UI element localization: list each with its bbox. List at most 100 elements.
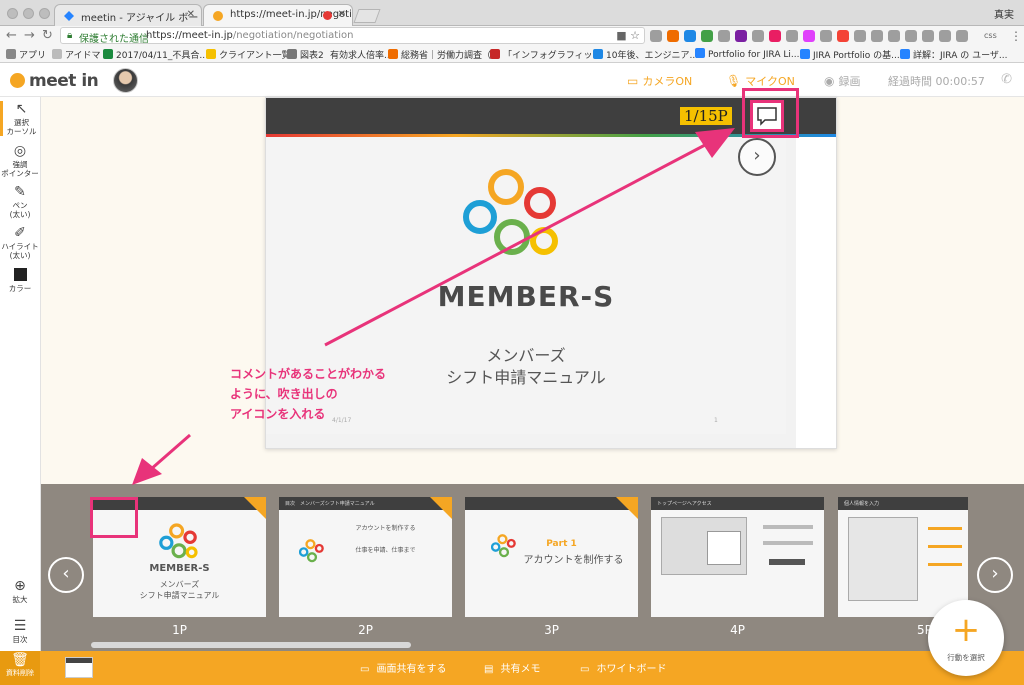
- extension-icon[interactable]: [701, 30, 713, 42]
- bookmark-item[interactable]: 有効求人倍率...: [330, 48, 393, 61]
- extension-icon[interactable]: [837, 30, 849, 42]
- bottom-bar: 🗑︎ 資料削除 ▭ 画面共有をする ▤ 共有メモ ▭ ホワイトボード: [0, 651, 1024, 685]
- extension-icon[interactable]: [752, 30, 764, 42]
- tool-label: 拡大: [12, 595, 28, 604]
- thumbnail-page-3[interactable]: Part 1 アカウントを制作する: [465, 497, 638, 617]
- extension-icon[interactable]: [769, 30, 781, 42]
- next-page-button[interactable]: ›: [738, 138, 776, 176]
- logo-icon: [10, 73, 25, 88]
- extension-icon[interactable]: [786, 30, 798, 42]
- bookmark-label: アイドマ: [65, 51, 101, 61]
- extension-icon[interactable]: [650, 30, 662, 42]
- shared-memo-button[interactable]: ▤ 共有メモ: [484, 660, 540, 675]
- select-cursor-tool[interactable]: ↖ 選択 カーソル: [0, 101, 40, 136]
- secure-label: 保護された通信: [79, 34, 149, 45]
- delete-document-button[interactable]: 🗑︎ 資料削除: [0, 651, 40, 685]
- extension-icon[interactable]: [820, 30, 832, 42]
- address-bar[interactable]: 🔒︎ 保護された通信 https://meet-in.jp/negotiatio…: [60, 27, 645, 45]
- camera-toggle-button[interactable]: ▭ カメラON: [627, 73, 692, 89]
- extension-icon[interactable]: [718, 30, 730, 42]
- color-tool[interactable]: カラー: [0, 268, 40, 293]
- whiteboard-button[interactable]: ▭ ホワイトボード: [580, 660, 666, 675]
- prev-thumbnails-button[interactable]: ‹: [48, 557, 84, 593]
- thumb-corner: [430, 497, 452, 519]
- bookmark-label: アプリ: [19, 51, 47, 61]
- extension-icon[interactable]: [905, 30, 917, 42]
- bookmark-item[interactable]: Portfolio for JIRA Li...: [695, 48, 799, 60]
- bookmark-item[interactable]: アイドマ: [52, 48, 101, 61]
- forward-icon[interactable]: →: [24, 28, 35, 43]
- page-counter: 1/15P: [680, 107, 732, 125]
- mic-label: マイクON: [745, 75, 795, 88]
- app-logo[interactable]: meet in: [10, 71, 99, 91]
- mic-toggle-button[interactable]: 🎙︎ マイクON: [726, 73, 795, 89]
- thumbnail-highlight-box: [90, 497, 138, 538]
- hangup-icon[interactable]: ✆: [1001, 72, 1012, 87]
- reload-icon[interactable]: ↻: [42, 28, 53, 43]
- bookmark-item[interactable]: JIRA Portfolio の基...: [800, 48, 900, 61]
- toc-tool[interactable]: ☰ 目次: [0, 618, 40, 644]
- document-thumbnail[interactable]: [65, 657, 93, 678]
- extension-icon[interactable]: [735, 30, 747, 42]
- browser-menu-icon[interactable]: ⋮: [1010, 29, 1022, 43]
- close-window-button[interactable]: [7, 8, 18, 19]
- extension-icon[interactable]: [854, 30, 866, 42]
- action-select-button[interactable]: + 行動を選択: [928, 600, 1004, 676]
- extension-icon[interactable]: [803, 30, 815, 42]
- folder-icon: [52, 49, 62, 59]
- extension-icon[interactable]: [939, 30, 951, 42]
- slide-title-line1: メンバーズ: [486, 346, 566, 365]
- pointer-tool[interactable]: ◎ 強調 ポインター: [0, 143, 40, 178]
- bookmark-item[interactable]: クライアント一覧: [206, 48, 291, 61]
- bookmark-star-icon[interactable]: ■ ☆: [616, 29, 640, 42]
- chevron-right-icon: ›: [753, 145, 761, 166]
- screen-share-button[interactable]: ▭ 画面共有をする: [360, 660, 446, 675]
- close-tab-icon[interactable]: ✕: [338, 9, 346, 20]
- bookmark-apps[interactable]: アプリ: [6, 48, 46, 61]
- css-extension-icon[interactable]: css: [984, 31, 997, 40]
- minimize-window-button[interactable]: [23, 8, 34, 19]
- record-button[interactable]: ◉ 録画: [824, 73, 860, 89]
- next-thumbnails-button[interactable]: ›: [977, 557, 1013, 593]
- extension-icon[interactable]: [888, 30, 900, 42]
- thumb-page-label: 1P: [172, 623, 187, 637]
- logo-text: meet in: [29, 71, 99, 91]
- profile-name[interactable]: 真実: [994, 6, 1014, 21]
- url-path: /negotiation/negotiation: [232, 30, 354, 41]
- color-icon: [13, 268, 27, 281]
- bookmark-item[interactable]: 2017/04/11_不具合...: [103, 48, 208, 61]
- extension-icon[interactable]: [667, 30, 679, 42]
- bookmark-label: 2017/04/11_不具合...: [116, 51, 208, 61]
- pen-tool[interactable]: ✎ ペン (太い): [0, 184, 40, 219]
- avatar[interactable]: [113, 68, 138, 93]
- thumb-text-2: シフト申請マニュアル: [139, 591, 220, 600]
- zoom-window-button[interactable]: [39, 8, 50, 19]
- tab-meetin[interactable]: https://meet-in.jp/negotiati ✕: [203, 4, 353, 26]
- thumbnail-page-4[interactable]: トップページへアクセス: [651, 497, 824, 617]
- bookmark-item[interactable]: 総務省｜労働力調査（...: [388, 48, 500, 61]
- bookmark-label: 図表2: [300, 51, 324, 61]
- back-icon[interactable]: ←: [6, 28, 17, 43]
- bookmark-label: Portfolio for JIRA Li...: [708, 50, 800, 60]
- thumbnail-page-2[interactable]: 目次 メンバーズシフト申請マニュアル アカウントを制作する 仕事を申請、仕事まで: [279, 497, 452, 617]
- bookmark-item[interactable]: 「インフォグラフィッ...: [490, 48, 601, 61]
- thumbnail-scrollbar[interactable]: [91, 642, 411, 648]
- zoom-tool[interactable]: ⊕ 拡大: [0, 578, 40, 604]
- new-tab-button[interactable]: [353, 9, 381, 23]
- extension-icon[interactable]: [684, 30, 696, 42]
- extension-icon[interactable]: [922, 30, 934, 42]
- thumbnail-page-5[interactable]: 個人情報を入力: [838, 497, 968, 617]
- bookmark-item[interactable]: 図表2: [287, 48, 324, 61]
- current-slide[interactable]: 1/15P MEMBER-S メンバーズ シフト申請マニュアル 4/1/17 1…: [265, 97, 837, 449]
- thumb-screenshot: [848, 517, 918, 601]
- extension-icon[interactable]: [956, 30, 968, 42]
- browser-tab-bar: meetin - アジャイル ボード - JIR ✕ https://meet-…: [0, 0, 1024, 26]
- bookmark-item[interactable]: 詳解：JIRA の ユーザ...: [900, 48, 1007, 61]
- bookmark-item[interactable]: 10年後、エンジニア...: [593, 48, 698, 61]
- bookmark-label: 有効求人倍率...: [330, 51, 393, 61]
- site-icon: [490, 49, 500, 59]
- extension-icon[interactable]: [871, 30, 883, 42]
- close-tab-icon[interactable]: ✕: [187, 9, 195, 20]
- tab-jira[interactable]: meetin - アジャイル ボード - JIR ✕: [54, 4, 202, 26]
- highlight-tool[interactable]: ✐ ハイライト (太い): [0, 225, 40, 260]
